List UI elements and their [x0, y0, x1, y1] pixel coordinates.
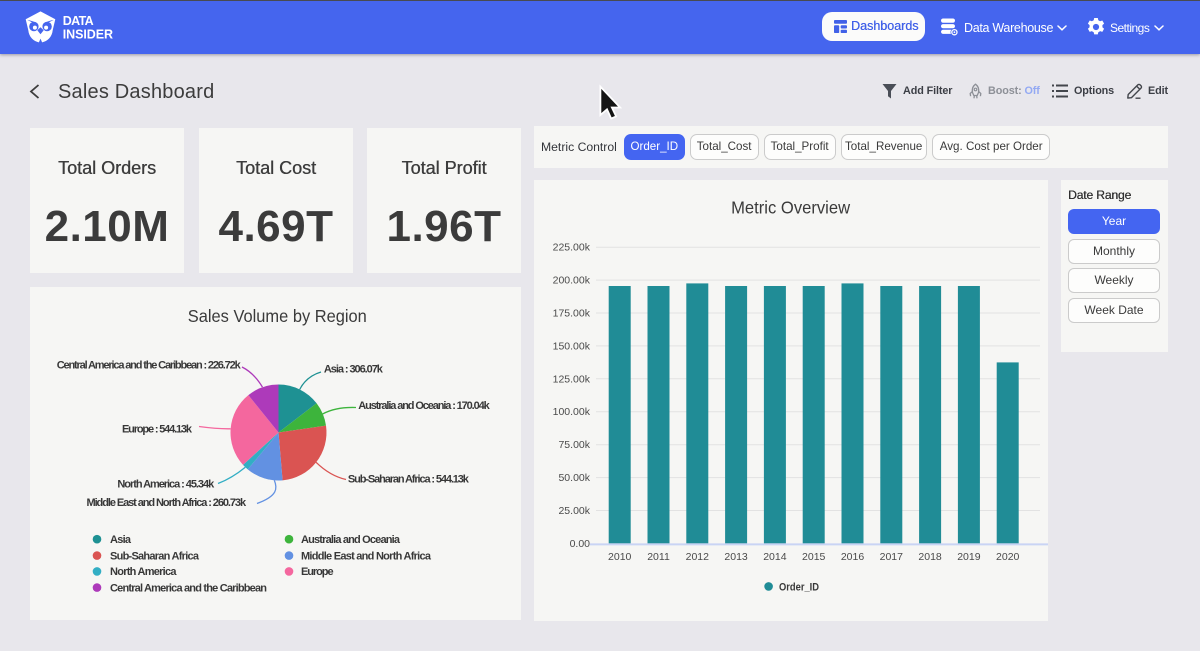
svg-text:2016: 2016 [841, 551, 865, 563]
svg-text:2012: 2012 [686, 551, 710, 563]
svg-text:100.00k: 100.00k [553, 406, 591, 418]
svg-text:Sub-Saharan Africa: Sub-Saharan Africa [110, 550, 200, 562]
svg-text:2015: 2015 [802, 551, 826, 563]
svg-text:Europe : 544.13k: Europe : 544.13k [122, 424, 193, 436]
svg-text:Europe: Europe [301, 566, 334, 578]
svg-text:50.00k: 50.00k [558, 472, 590, 484]
svg-text:Middle East and North Africa: Middle East and North Africa [301, 550, 432, 562]
svg-text:150.00k: 150.00k [553, 340, 591, 352]
svg-text:Asia: Asia [110, 534, 132, 546]
svg-text:2018: 2018 [918, 551, 942, 563]
svg-text:2011: 2011 [647, 551, 670, 563]
svg-text:2014: 2014 [763, 551, 787, 563]
svg-text:Central America and the Caribb: Central America and the Caribbean : 226.… [57, 360, 242, 372]
svg-text:2017: 2017 [880, 551, 904, 563]
svg-text:25.00k: 25.00k [558, 505, 590, 517]
svg-text:200.00k: 200.00k [553, 275, 591, 287]
svg-text:75.00k: 75.00k [558, 439, 590, 451]
svg-text:125.00k: 125.00k [553, 373, 591, 385]
svg-text:North America : 45.34k: North America : 45.34k [117, 478, 215, 490]
svg-text:2020: 2020 [996, 551, 1020, 563]
svg-text:INSIDER: INSIDER [63, 28, 113, 42]
svg-text:Asia : 306.07k: Asia : 306.07k [324, 363, 384, 375]
svg-text:Metric Overview: Metric Overview [731, 198, 850, 218]
svg-text:Central America and the Caribb: Central America and the Caribbean [110, 582, 267, 594]
svg-text:2010: 2010 [608, 551, 632, 563]
svg-text:North America: North America [110, 566, 177, 578]
svg-text:DATA: DATA [63, 14, 94, 28]
svg-text:2019: 2019 [957, 551, 981, 563]
svg-text:175.00k: 175.00k [553, 308, 591, 320]
svg-text:Order_ID: Order_ID [779, 581, 819, 593]
svg-text:2013: 2013 [724, 551, 748, 563]
svg-text:Sales Volume by Region: Sales Volume by Region [188, 306, 367, 326]
svg-text:Australia and Oceania: Australia and Oceania [301, 534, 401, 546]
svg-text:Australia and Oceania : 170.04: Australia and Oceania : 170.04k [358, 400, 490, 412]
svg-text:0.00: 0.00 [570, 538, 591, 550]
svg-text:225.00k: 225.00k [553, 242, 591, 254]
svg-text:Sub-Saharan Africa : 544.13k: Sub-Saharan Africa : 544.13k [348, 474, 470, 486]
svg-text:Middle East and North Africa :: Middle East and North Africa : 260.73k [87, 497, 247, 509]
